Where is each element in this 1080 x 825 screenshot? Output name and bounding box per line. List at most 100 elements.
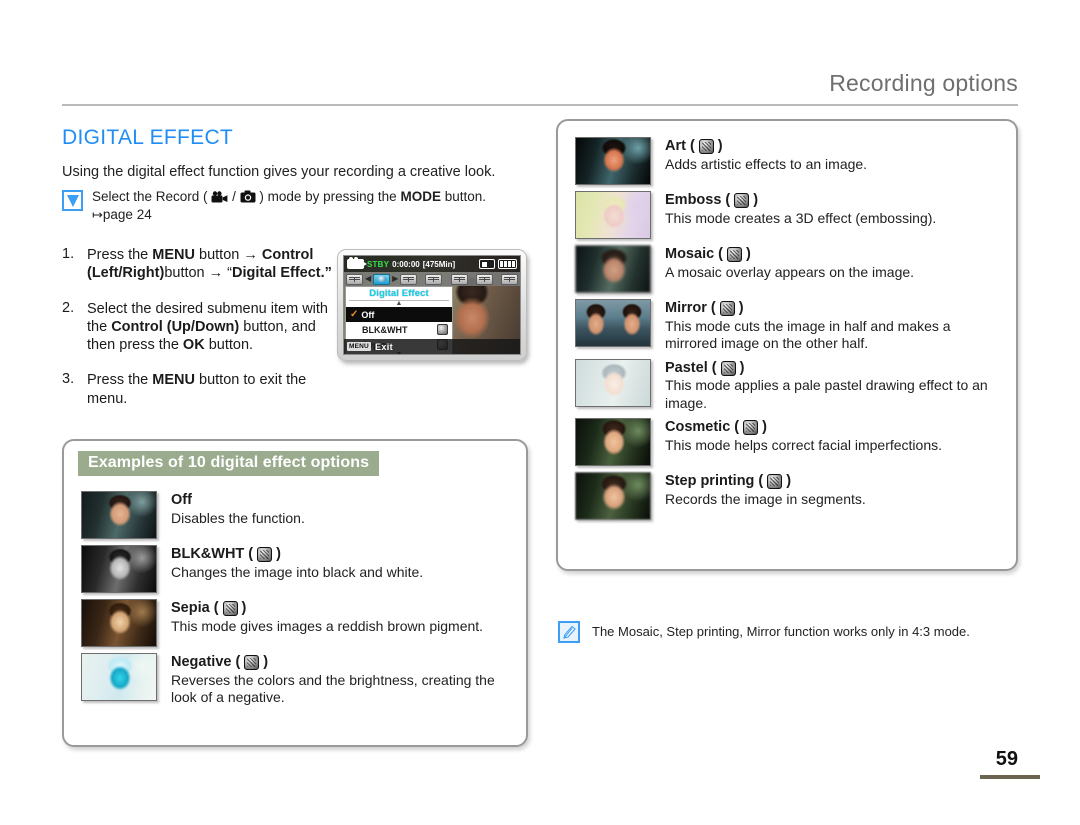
effect-name-row: Mosaic() xyxy=(665,246,914,263)
effect-description: This mode helps correct facial imperfect… xyxy=(665,437,942,454)
mode-note-suffix: button. xyxy=(440,189,486,204)
effect-name: Emboss xyxy=(665,192,722,208)
right-effect-list: Art() Adds artistic effects to an image. E… xyxy=(575,137,1002,526)
effect-text: Art() Adds artistic effects to an image. xyxy=(665,137,867,173)
effect-icon-paren-open: ( xyxy=(718,246,724,262)
step-emphasis: Control (Up/Down) xyxy=(111,318,240,335)
effect-item: Negative() Reverses the colors and the br… xyxy=(81,653,512,707)
effect-description: This mode applies a pale pastel drawing … xyxy=(665,377,988,411)
step-fragment: Press the xyxy=(87,372,153,389)
effect-name: Art xyxy=(665,138,686,154)
effect-badge-icon xyxy=(719,300,735,316)
tab-icon-zoom[interactable] xyxy=(450,273,468,285)
effect-name-row: Cosmetic() xyxy=(665,419,942,436)
lcd-menu-item[interactable]: BLK&WHT xyxy=(346,322,452,337)
page-reference[interactable]: ↦page 24 xyxy=(92,206,486,224)
effect-item: Sepia() This mode gives images a reddish … xyxy=(81,599,512,647)
tab-icon-digital-effect[interactable] xyxy=(373,273,391,285)
tab-icon-focus[interactable] xyxy=(425,273,443,285)
page-header-title: Recording options xyxy=(829,70,1018,96)
note-pencil-icon xyxy=(558,621,580,643)
effect-name-row: Art() xyxy=(665,138,867,155)
thumbnail-blkwht xyxy=(81,545,157,593)
step-text: Press the MENU button to exit the menu. xyxy=(87,371,347,408)
step-emphasis: MENU xyxy=(152,372,195,389)
effect-description: Disables the function. xyxy=(171,509,305,526)
page-ref-label: page 24 xyxy=(102,206,152,222)
effect-description: Adds artistic effects to an image. xyxy=(665,155,868,172)
effect-icon-paren-close: ) xyxy=(263,654,269,670)
tab-icon-quality[interactable] xyxy=(475,273,493,285)
lcd-submenu-title: Digital Effect xyxy=(369,288,429,299)
step-emphasis: OK xyxy=(182,337,205,354)
effect-description: This mode cuts the image in half and mak… xyxy=(665,317,951,352)
effect-description: This mode creates a 3D effect (embossing… xyxy=(665,209,937,226)
mode-button-label: MODE xyxy=(400,189,441,204)
lcd-status-text: STBY xyxy=(367,259,390,269)
lcd-selected-check-icon: ✓ xyxy=(350,308,359,320)
step-fragment: button. xyxy=(204,337,254,354)
effect-icon-paren-open: ( xyxy=(734,419,740,436)
lcd-status-bar: STBY 0:00:00 [475Min] xyxy=(344,256,520,272)
effect-icon-paren-open: ( xyxy=(689,138,695,154)
effect-icon-paren-close: ) xyxy=(738,300,744,316)
step-number: 2. xyxy=(62,299,75,316)
effect-icon-paren-close: ) xyxy=(753,192,759,208)
step-emphasis: MENU xyxy=(152,247,195,263)
storage-media-icon xyxy=(479,259,495,269)
video-camera-icon xyxy=(208,189,233,204)
effect-item: Off Disables the function. xyxy=(81,491,512,539)
effect-icon-paren-close: ) xyxy=(739,359,745,376)
lcd-menu-item-label: BLK&WHT xyxy=(362,324,408,335)
effect-name-row: Mirror() xyxy=(665,300,1002,317)
effect-name-row: Sepia() xyxy=(171,600,483,617)
tab-left-arrow-icon[interactable]: ◀ xyxy=(365,275,371,283)
effect-text: Cosmetic() This mode helps correct facial… xyxy=(665,418,942,454)
lcd-tab-bar: ◀ ▶ xyxy=(344,272,520,286)
effect-name-row: Off xyxy=(171,492,305,509)
effect-badge-icon xyxy=(720,360,736,376)
effect-item: Cosmetic() This mode helps correct facial… xyxy=(575,418,1002,467)
thumbnail-mosaic xyxy=(575,245,651,293)
still-camera-icon xyxy=(240,189,260,204)
effect-description: Records the image in segments. xyxy=(665,491,866,508)
effect-name: Mosaic xyxy=(665,246,715,262)
tab-icon-record-settings[interactable] xyxy=(346,273,363,285)
tab-right-arrow-icon[interactable]: ▶ xyxy=(392,275,398,283)
checkmark-icon xyxy=(62,190,83,211)
step-item: 3. Press the MENU button to exit the menu… xyxy=(62,371,347,408)
effects-panel-right: Art() Adds artistic effects to an image. E… xyxy=(556,119,1018,571)
section-heading: DIGITAL EFFECT xyxy=(62,126,234,149)
effect-name-row: BLK&WHT() xyxy=(171,546,423,563)
footer-note-text: The Mosaic, Step printing, Mirror functi… xyxy=(592,624,970,639)
lcd-menu-item[interactable]: ✓ Off xyxy=(346,307,452,322)
mode-note-midtext: ) mode by pressing the xyxy=(259,189,401,204)
step-fragment: → xyxy=(243,247,258,263)
manual-page: Recording options DIGITAL EFFECT Using t… xyxy=(0,0,1080,825)
effect-text: BLK&WHT() Changes the image into black an… xyxy=(171,545,423,581)
effect-icon-paren-close: ) xyxy=(762,419,767,436)
lcd-menu-item-effect-icon xyxy=(437,324,448,335)
effect-icon-paren-open: ( xyxy=(758,473,764,490)
step-number: 1. xyxy=(62,246,75,262)
tab-icon-exposure[interactable] xyxy=(400,273,418,285)
procedure-steps: 1. Press the MENU button → Control (Left/… xyxy=(62,246,347,425)
lcd-screen-illustration: STBY 0:00:00 [475Min] ◀ ▶ Digital Effect… xyxy=(337,249,527,361)
effect-name: BLK&WHT xyxy=(171,546,245,562)
battery-icon xyxy=(498,259,517,269)
page-ref-arrow-icon: ↦ xyxy=(92,206,103,222)
effect-item: Art() Adds artistic effects to an image. xyxy=(575,137,1002,185)
lcd-menu-key-label[interactable]: MENU xyxy=(347,342,371,351)
step-number: 3. xyxy=(62,371,75,388)
tab-icon-display[interactable] xyxy=(501,273,518,285)
effect-icon-paren-close: ) xyxy=(276,546,281,562)
effect-icon-paren-close: ) xyxy=(746,246,751,262)
lcd-bottom-bar: MENU Exit xyxy=(344,339,520,354)
effect-text: Mirror() This mode cuts the image in half… xyxy=(665,299,1002,353)
step-fragment: Press the xyxy=(87,247,153,263)
thumbnail-sepia xyxy=(81,599,157,647)
mode-note-text: Select the Record ( / ) mode by pressing… xyxy=(92,188,486,223)
effect-badge-icon xyxy=(244,654,260,670)
effect-name-row: Negative() xyxy=(171,654,512,671)
effect-item: BLK&WHT() Changes the image into black an… xyxy=(81,545,512,593)
